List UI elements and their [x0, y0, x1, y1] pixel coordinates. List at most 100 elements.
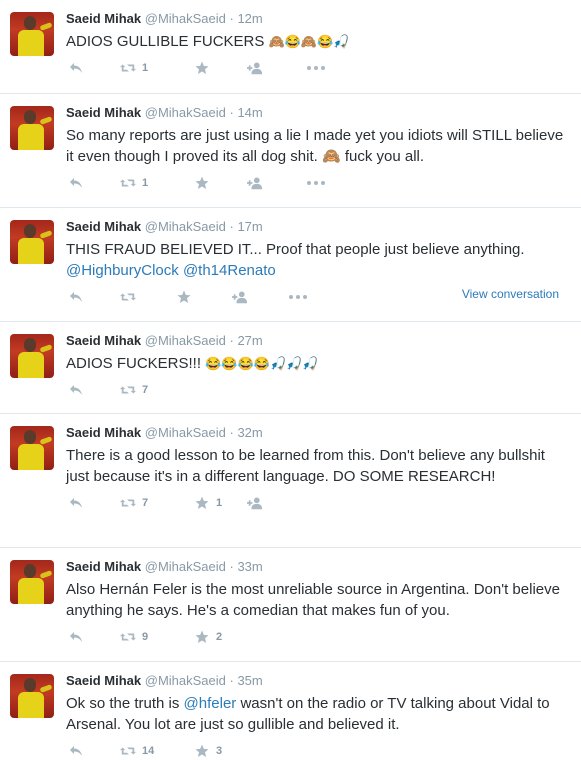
- reply-icon: [68, 289, 84, 305]
- favorite-button[interactable]: 3: [194, 743, 222, 759]
- tweet[interactable]: Saeid Mihak @MihakSaeid · 33m Also Herná…: [0, 548, 581, 662]
- tweet-text: ADIOS GULLIBLE FUCKERS 🙈😂🙈😂🎣: [66, 33, 350, 50]
- author-name[interactable]: Saeid Mihak: [66, 559, 141, 574]
- favorite-button[interactable]: 1: [194, 495, 222, 511]
- retweet-count: 14: [142, 745, 155, 757]
- tweet-header: Saeid Mihak @MihakSaeid · 33m: [66, 558, 569, 576]
- timestamp[interactable]: · 33m: [230, 559, 263, 574]
- reply-button[interactable]: [68, 289, 90, 305]
- retweet-count: 7: [142, 384, 149, 396]
- reply-icon: [68, 629, 84, 645]
- reply-button[interactable]: [68, 495, 90, 511]
- tweet-text: Also Hernán Feler is the most unreliable…: [66, 581, 560, 619]
- star-icon: [194, 629, 210, 645]
- author-handle[interactable]: @MihakSaeid: [145, 11, 226, 26]
- avatar[interactable]: [10, 106, 54, 150]
- view-conversation-link[interactable]: View conversation: [462, 287, 559, 301]
- avatar[interactable]: [10, 674, 54, 718]
- favorite-button[interactable]: [194, 175, 216, 191]
- retweet-button[interactable]: 1: [120, 60, 148, 76]
- retweet-count: 9: [142, 631, 149, 643]
- tweet-text: ADIOS FUCKERS!!! 😂😂😂😂🎣🎣🎣: [66, 355, 319, 372]
- reply-icon: [68, 382, 84, 398]
- author-handle[interactable]: @MihakSaeid: [145, 333, 226, 348]
- avatar[interactable]: [10, 334, 54, 378]
- tweet[interactable]: Saeid Mihak @MihakSaeid · 17m THIS FRAUD…: [0, 208, 581, 322]
- tweet-text: There is a good lesson to be learned fro…: [66, 447, 545, 485]
- reply-button[interactable]: [68, 743, 90, 759]
- tweet[interactable]: Saeid Mihak @MihakSaeid · 27m ADIOS FUCK…: [0, 322, 581, 414]
- tweet-header: Saeid Mihak @MihakSaeid · 17m: [66, 218, 569, 236]
- timeline: Saeid Mihak @MihakSaeid · 12m ADIOS GULL…: [0, 0, 581, 760]
- retweet-button[interactable]: 9: [120, 629, 148, 645]
- star-icon: [194, 175, 210, 191]
- timestamp[interactable]: · 35m: [230, 673, 263, 688]
- tweet[interactable]: Saeid Mihak @MihakSaeid · 14m So many re…: [0, 94, 581, 208]
- more-button[interactable]: [288, 289, 314, 305]
- reply-icon: [68, 60, 84, 76]
- favorite-count: 3: [216, 745, 223, 757]
- retweet-button[interactable]: 14: [120, 743, 154, 759]
- reply-button[interactable]: [68, 60, 90, 76]
- tweet-actions: 9 2: [66, 621, 569, 657]
- mention-link[interactable]: @hfeler: [184, 695, 237, 712]
- avatar[interactable]: [10, 426, 54, 470]
- author-name[interactable]: Saeid Mihak: [66, 219, 141, 234]
- follow-button[interactable]: [232, 289, 254, 305]
- retweet-button[interactable]: 1: [120, 175, 148, 191]
- follow-button[interactable]: [247, 175, 269, 191]
- author-name[interactable]: Saeid Mihak: [66, 105, 141, 120]
- retweet-icon: [120, 629, 136, 645]
- author-handle[interactable]: @MihakSaeid: [145, 105, 226, 120]
- follow-icon: [247, 495, 263, 511]
- author-name[interactable]: Saeid Mihak: [66, 333, 141, 348]
- timestamp[interactable]: · 32m: [230, 425, 263, 440]
- reply-button[interactable]: [68, 382, 90, 398]
- author-handle[interactable]: @MihakSaeid: [145, 425, 226, 440]
- tweet-header: Saeid Mihak @MihakSaeid · 14m: [66, 104, 569, 122]
- timestamp[interactable]: · 27m: [230, 333, 263, 348]
- retweet-icon: [120, 60, 136, 76]
- tweet-header: Saeid Mihak @MihakSaeid · 32m: [66, 424, 569, 442]
- author-name[interactable]: Saeid Mihak: [66, 11, 141, 26]
- tweet-text: THIS FRAUD BELIEVED IT... Proof that peo…: [66, 241, 525, 279]
- retweet-count: 7: [142, 497, 149, 509]
- retweet-button[interactable]: 7: [120, 495, 148, 511]
- favorite-count: 1: [216, 497, 223, 509]
- author-name[interactable]: Saeid Mihak: [66, 673, 141, 688]
- favorite-button[interactable]: [194, 60, 216, 76]
- retweet-icon: [120, 382, 136, 398]
- tweet-header: Saeid Mihak @MihakSaeid · 27m: [66, 332, 569, 350]
- more-button[interactable]: [306, 60, 332, 76]
- tweet[interactable]: Saeid Mihak @MihakSaeid · 12m ADIOS GULL…: [0, 0, 581, 94]
- author-handle[interactable]: @MihakSaeid: [145, 673, 226, 688]
- timestamp[interactable]: · 12m: [230, 11, 263, 26]
- timestamp[interactable]: · 17m: [230, 219, 263, 234]
- mention-link[interactable]: @th14Renato: [183, 262, 276, 279]
- tweet[interactable]: Saeid Mihak @MihakSaeid · 35m Ok so the …: [0, 662, 581, 760]
- follow-button[interactable]: [247, 60, 269, 76]
- timestamp[interactable]: · 14m: [230, 105, 263, 120]
- retweet-button[interactable]: [120, 289, 142, 305]
- follow-icon: [247, 175, 263, 191]
- follow-button[interactable]: [247, 495, 269, 511]
- star-icon: [194, 495, 210, 511]
- avatar[interactable]: [10, 220, 54, 264]
- author-handle[interactable]: @MihakSaeid: [145, 219, 226, 234]
- emoji: 🙈😂🙈😂🎣: [268, 34, 350, 49]
- favorite-button[interactable]: 2: [194, 629, 222, 645]
- reply-button[interactable]: [68, 175, 90, 191]
- reply-icon: [68, 495, 84, 511]
- reply-button[interactable]: [68, 629, 90, 645]
- more-icon: [306, 60, 326, 76]
- tweet[interactable]: Saeid Mihak @MihakSaeid · 32m There is a…: [0, 414, 581, 548]
- retweet-count: 1: [142, 62, 149, 74]
- favorite-button[interactable]: [176, 289, 198, 305]
- more-button[interactable]: [306, 175, 332, 191]
- retweet-button[interactable]: 7: [120, 382, 148, 398]
- author-handle[interactable]: @MihakSaeid: [145, 559, 226, 574]
- avatar[interactable]: [10, 560, 54, 604]
- avatar[interactable]: [10, 12, 54, 56]
- mention-link[interactable]: @HighburyClock: [66, 262, 179, 279]
- author-name[interactable]: Saeid Mihak: [66, 425, 141, 440]
